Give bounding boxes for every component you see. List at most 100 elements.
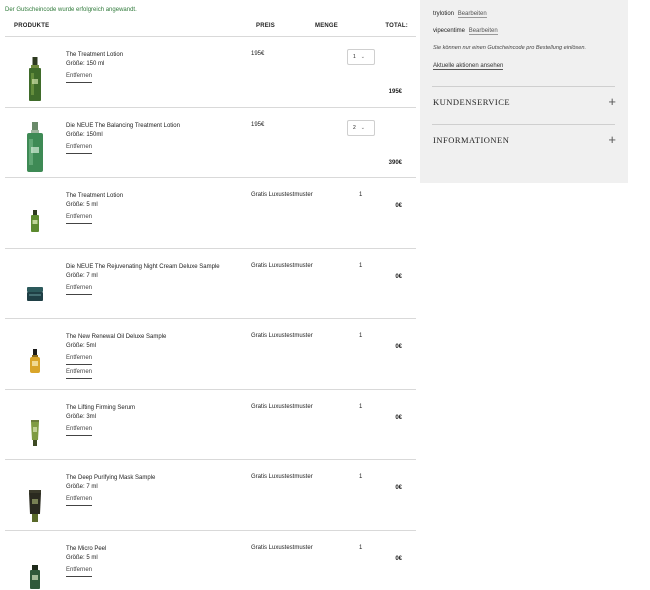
product-size: Größe: 3ml	[66, 413, 97, 420]
product-total: 195€	[388, 89, 402, 95]
header-total: TOTAL:	[385, 23, 408, 29]
header-quantity: MENGE	[315, 23, 339, 29]
coupon-limit-note: Sie können nur einen Gutscheincode pro B…	[433, 45, 587, 51]
plus-icon: +	[608, 94, 616, 109]
edit-coupon-link[interactable]: Bearbeiten	[457, 11, 487, 18]
cart-row: The Deep Purifying Mask Sample Größe: 7 …	[5, 460, 416, 531]
small-green-bottle-icon	[22, 208, 48, 232]
header-price: PREIS	[256, 23, 276, 29]
product-name: The Treatment Lotion	[66, 52, 124, 58]
product-total: 0€	[395, 485, 402, 491]
product-total: 0€	[395, 344, 402, 350]
remove-link[interactable]: Entfernen	[66, 566, 93, 577]
remove-link[interactable]: Entfernen	[66, 72, 93, 83]
tall-green-bottle-icon	[22, 55, 48, 101]
chevron-down-icon: ⌄	[360, 54, 365, 60]
remove-link[interactable]: Entfernen	[66, 495, 93, 506]
product-name: Die NEUE The Rejuvenating Night Cream De…	[66, 263, 220, 270]
divider	[432, 86, 615, 87]
product-size: Größe: 7 ml	[66, 272, 98, 279]
remove-link[interactable]: Entfernen	[66, 213, 93, 224]
tall-green-bottle-icon	[22, 121, 48, 172]
coupon-code: vipecentime	[433, 28, 466, 34]
header-products: PRODUKTE	[14, 23, 50, 29]
applied-coupon: trylotion Bearbeiten	[433, 11, 487, 18]
applied-coupon: vipecentime Bearbeiten	[433, 28, 498, 35]
cart-row: The Lifting Firming Serum Größe: 3ml Ent…	[5, 390, 416, 460]
product-name: Die NEUE The Balancing Treatment Lotion	[66, 122, 180, 129]
product-price: Gratis Luxustestmuster	[251, 403, 313, 410]
product-size: Größe: 5ml	[66, 343, 97, 349]
mask-tube-icon	[22, 488, 48, 522]
cart-row: Die NEUE The Rejuvenating Night Cream De…	[5, 249, 416, 319]
oil-dropper-bottle-icon	[22, 347, 48, 373]
product-price: Gratis Luxustestmuster	[251, 192, 313, 198]
cart-row: The Treatment Lotion Größe: 150 ml Entfe…	[5, 37, 416, 108]
coupon-code: trylotion	[433, 11, 455, 17]
quantity-value: 1	[359, 474, 363, 480]
order-sidebar: trylotion Bearbeiten vipecentime Bearbei…	[420, 0, 628, 183]
quantity-value: 2	[353, 124, 356, 131]
serum-tube-icon	[22, 418, 48, 446]
coupon-success-message: Der Gutscheincode wurde erfolgreich ange…	[5, 7, 137, 13]
product-size: Größe: 5 ml	[66, 202, 98, 208]
accordion-title: INFORMATIONEN	[433, 135, 510, 145]
product-name: The Deep Purifying Mask Sample	[66, 475, 156, 481]
cream-jar-icon	[22, 283, 48, 301]
accordion-title: KUNDENSERVICE	[433, 97, 511, 107]
remove-link[interactable]: Entfernen	[66, 368, 93, 379]
product-name: The Micro Peel	[66, 545, 107, 552]
quantity-value: 1	[359, 192, 363, 198]
product-size: Größe: 150ml	[66, 131, 103, 138]
cart-row: The New Renewal Oil Deluxe Sample Größe:…	[5, 319, 416, 390]
micro-peel-bottle-icon	[22, 563, 48, 589]
product-info: The New Renewal Oil Deluxe Sample Größe:…	[66, 333, 226, 379]
remove-link[interactable]: Entfernen	[66, 284, 93, 295]
current-promotions-link[interactable]: Aktuelle aktionen ansehen	[433, 63, 504, 70]
product-price: Gratis Luxustestmuster	[251, 474, 313, 480]
plus-icon: +	[608, 132, 616, 147]
product-total: 0€	[395, 414, 402, 421]
quantity-value: 1	[359, 333, 363, 339]
product-size: Größe: 150 ml	[66, 61, 105, 67]
product-info: The Deep Purifying Mask Sample Größe: 7 …	[66, 474, 226, 506]
product-total: 390€	[388, 159, 402, 166]
product-price: 195€	[251, 121, 265, 128]
product-info: The Micro Peel Größe: 5 ml Entfernen	[66, 545, 226, 577]
product-total: 0€	[395, 203, 402, 209]
cart-table: PRODUKTE PREIS MENGE TOTAL: The Treatmen…	[5, 18, 416, 590]
product-info: Die NEUE The Balancing Treatment Lotion …	[66, 122, 226, 154]
quantity-value: 1	[353, 54, 356, 60]
product-info: Die NEUE The Rejuvenating Night Cream De…	[66, 263, 226, 295]
product-total: 0€	[395, 555, 402, 562]
remove-link[interactable]: Entfernen	[66, 425, 93, 436]
divider	[432, 124, 615, 125]
product-size: Größe: 5 ml	[66, 554, 98, 561]
cart-table-header: PRODUKTE PREIS MENGE TOTAL:	[5, 18, 416, 37]
quantity-value: 1	[359, 403, 363, 410]
product-price: 195€	[251, 51, 265, 57]
product-name: The Lifting Firming Serum	[66, 404, 136, 411]
quantity-value: 1	[359, 262, 363, 269]
quantity-select[interactable]: 2 ⌄	[347, 119, 375, 136]
product-price: Gratis Luxustestmuster	[251, 544, 313, 551]
cart-row: The Micro Peel Größe: 5 ml Entfernen Gra…	[5, 531, 416, 590]
cart-row: Die NEUE The Balancing Treatment Lotion …	[5, 108, 416, 178]
product-price: Gratis Luxustestmuster	[251, 262, 313, 269]
product-info: The Treatment Lotion Größe: 5 ml Entfern…	[66, 192, 226, 224]
edit-coupon-link[interactable]: Bearbeiten	[468, 28, 498, 35]
product-info: The Lifting Firming Serum Größe: 3ml Ent…	[66, 404, 226, 436]
product-total: 0€	[395, 273, 402, 280]
product-name: The Treatment Lotion	[66, 193, 124, 199]
accordion-information[interactable]: INFORMATIONEN +	[433, 132, 616, 147]
accordion-customer-service[interactable]: KUNDENSERVICE +	[433, 94, 616, 109]
product-info: The Treatment Lotion Größe: 150 ml Entfe…	[66, 51, 226, 83]
remove-link[interactable]: Entfernen	[66, 143, 93, 154]
product-name: The New Renewal Oil Deluxe Sample	[66, 334, 167, 340]
quantity-select[interactable]: 1 ⌄	[347, 49, 375, 65]
product-price: Gratis Luxustestmuster	[251, 333, 313, 339]
product-size: Größe: 7 ml	[66, 484, 98, 490]
chevron-down-icon: ⌄	[360, 124, 365, 131]
remove-link[interactable]: Entfernen	[66, 354, 93, 365]
quantity-value: 1	[359, 544, 363, 551]
